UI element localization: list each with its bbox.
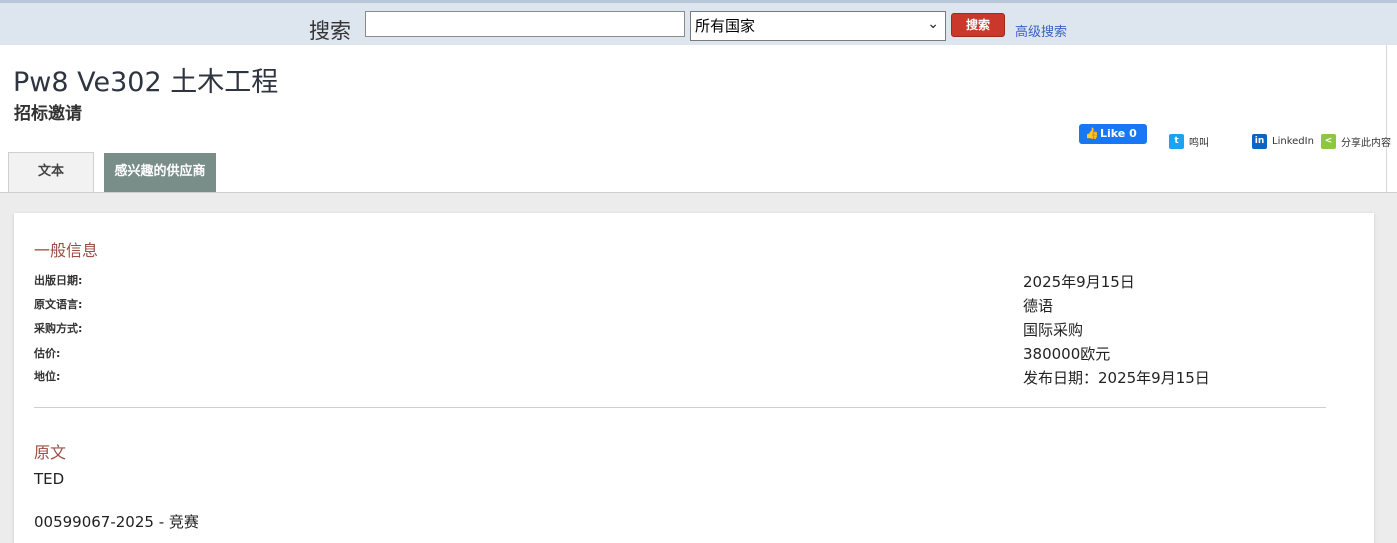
original-source: TED <box>34 470 65 488</box>
chevron-down-icon: ⌄ <box>927 16 939 32</box>
share-button[interactable]: < 分享此内容 <box>1321 134 1391 149</box>
tab-interested-suppliers[interactable]: 感兴趣的供应商 <box>104 153 216 192</box>
original-language-value: 德语 <box>1023 297 1054 315</box>
country-select[interactable]: 所有国家 ⌄ <box>690 11 946 41</box>
advanced-search-link[interactable]: 高级搜索 <box>1015 21 1067 40</box>
page-subtitle: 招标邀请 <box>14 104 82 124</box>
share-label: 分享此内容 <box>1341 138 1391 149</box>
thumbs-up-icon: 👍 <box>1085 127 1099 140</box>
search-input[interactable] <box>365 11 685 37</box>
tab-text[interactable]: 文本 <box>8 152 94 193</box>
linkedin-icon: in <box>1252 134 1267 149</box>
linkedin-label: LinkedIn <box>1272 136 1314 147</box>
general-info-title: 一般信息 <box>34 241 99 260</box>
linkedin-share-button[interactable]: in LinkedIn <box>1252 134 1314 149</box>
facebook-like-label: Like 0 <box>1100 127 1137 140</box>
publish-date-label: 出版日期: <box>34 274 83 287</box>
share-icon: < <box>1321 134 1336 149</box>
procurement-method-value: 国际采购 <box>1023 321 1084 339</box>
original-text-title: 原文 <box>34 443 67 462</box>
tabs-divider <box>0 192 1397 193</box>
publish-date-value: 2025年9月15日 <box>1023 273 1135 291</box>
estimated-value-label: 估价: <box>34 347 61 360</box>
search-button[interactable]: 搜索 <box>951 13 1005 37</box>
page-title: Pw8 Ve302 土木工程 <box>13 67 279 98</box>
twitter-label: 鸣叫 <box>1189 138 1209 149</box>
twitter-share-button[interactable]: t 鸣叫 <box>1169 134 1209 149</box>
status-label: 地位: <box>34 370 61 383</box>
search-bar: 搜索 所有国家 ⌄ 搜索 高级搜索 <box>0 0 1397 45</box>
facebook-like-button[interactable]: 👍Like 0 <box>1079 124 1147 144</box>
twitter-icon: t <box>1169 134 1184 149</box>
status-value: 发布日期：2025年9月15日 <box>1023 369 1210 387</box>
original-reference: 00599067-2025 - 竞赛 <box>34 513 199 531</box>
country-select-value: 所有国家 <box>695 17 756 35</box>
section-divider <box>34 407 1326 408</box>
scrollbar[interactable] <box>1386 45 1397 193</box>
estimated-value-value: 380000欧元 <box>1023 345 1111 363</box>
search-label: 搜索 <box>309 19 351 43</box>
original-language-label: 原文语言: <box>34 298 83 311</box>
procurement-method-label: 采购方式: <box>34 322 83 335</box>
